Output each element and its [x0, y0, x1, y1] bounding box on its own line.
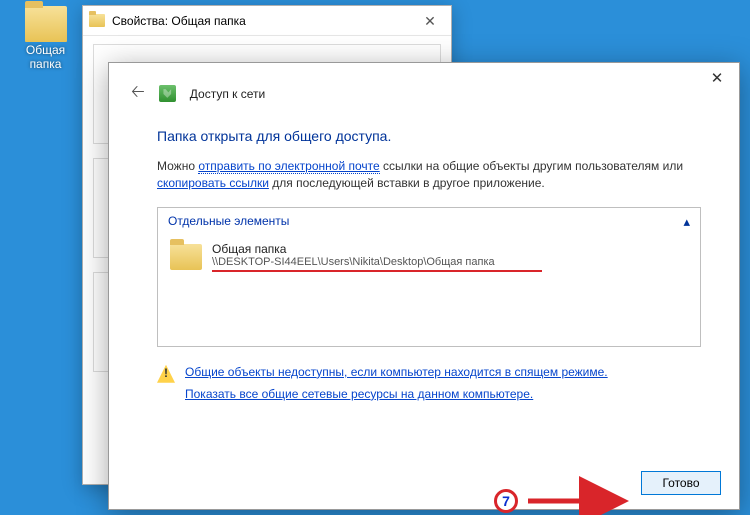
- desc-text: для последующей вставки в другое приложе…: [269, 176, 545, 190]
- annotation-underline: [212, 270, 542, 272]
- close-button[interactable]: ✕: [695, 63, 739, 93]
- item-name: Общая папка: [212, 242, 542, 256]
- dialog-header: 🡠 Доступ к сети: [109, 63, 739, 114]
- sleep-warning-link[interactable]: Общие объекты недоступны, если компьютер…: [185, 365, 608, 379]
- desktop-folder-shortcut[interactable]: Общая папка: [18, 6, 73, 72]
- dialog-description: Можно отправить по электронной почте ссы…: [157, 158, 701, 193]
- group-legend: Отдельные элементы: [168, 214, 289, 228]
- properties-close-button[interactable]: ✕: [409, 6, 451, 36]
- dialog-title: Доступ к сети: [190, 87, 265, 101]
- copy-links-link[interactable]: скопировать ссылки: [157, 176, 269, 190]
- warning-icon: [157, 365, 175, 383]
- folder-icon: [89, 14, 105, 27]
- footer-links: Общие объекты недоступны, если компьютер…: [157, 365, 701, 401]
- desktop-folder-label: Общая папка: [18, 44, 73, 72]
- done-button[interactable]: Готово: [641, 471, 721, 495]
- dialog-heading: Папка открыта для общего доступа.: [157, 128, 701, 144]
- desc-text: Можно: [157, 159, 198, 173]
- desc-text: ссылки на общие объекты другим пользоват…: [380, 159, 683, 173]
- shared-item[interactable]: Общая папка \\DESKTOP-SI44EEL\Users\Niki…: [170, 242, 688, 272]
- item-path: \\DESKTOP-SI44EEL\Users\Nikita\Desktop\О…: [212, 256, 542, 268]
- network-share-icon: [159, 85, 176, 102]
- properties-titlebar[interactable]: Свойства: Общая папка ✕: [83, 6, 451, 36]
- folder-icon: [25, 6, 67, 42]
- back-button[interactable]: 🡠: [131, 79, 145, 108]
- dialog-content: Папка открыта для общего доступа. Можно …: [109, 114, 739, 401]
- properties-title: Свойства: Общая папка: [112, 14, 246, 28]
- show-all-resources-link[interactable]: Показать все общие сетевые ресурсы на да…: [185, 387, 608, 401]
- folder-icon: [170, 244, 202, 270]
- annotation-step-badge: 7: [494, 489, 518, 513]
- send-email-link[interactable]: отправить по электронной почте: [198, 159, 379, 174]
- annotation-arrow: [526, 494, 626, 508]
- network-access-dialog: ✕ 🡠 Доступ к сети Папка открыта для обще…: [108, 62, 740, 510]
- items-group: Отдельные элементы ▴ Общая папка \\DESKT…: [157, 207, 701, 347]
- collapse-toggle[interactable]: ▴: [683, 214, 690, 230]
